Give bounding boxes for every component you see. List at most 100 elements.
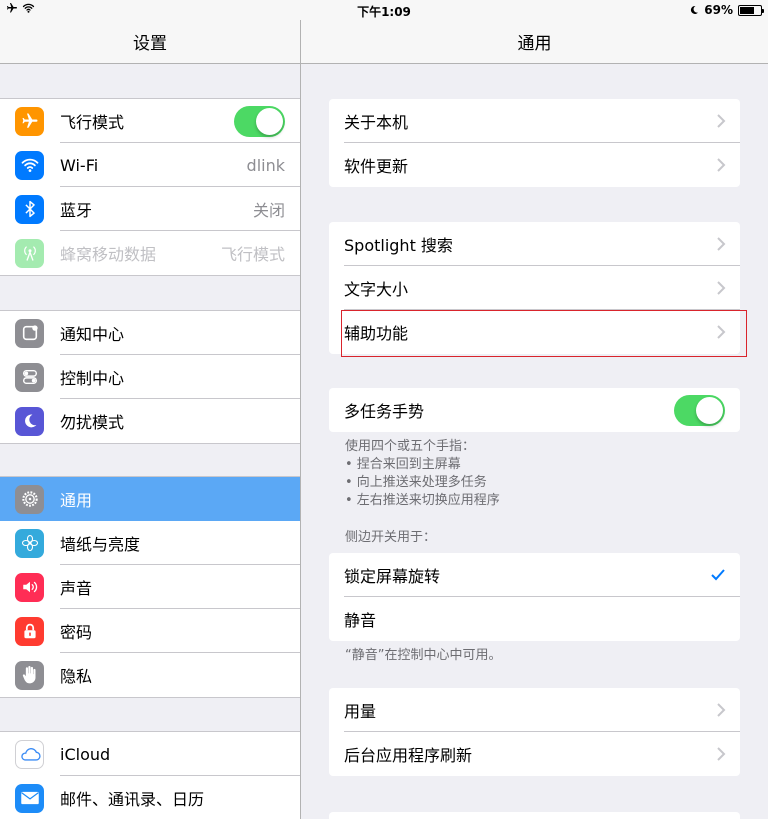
general-detail-pane: 通用 关于本机 软件更新 Spotlight 搜索 文字大小 辅助功能 多任务手… <box>301 0 768 819</box>
connectivity-group: 飞行模式 Wi-Fi dlink 蓝牙 关闭 蜂窝移动数据 飞行模式 <box>0 98 300 276</box>
bluetooth-icon <box>15 194 44 224</box>
airplane-icon <box>15 106 44 136</box>
chevron-right-icon <box>717 747 726 761</box>
bluetooth-status-value: 关闭 <box>252 201 285 220</box>
sidebar-item-label: Wi-Fi <box>60 155 99 175</box>
chevron-right-icon <box>717 325 726 339</box>
sidebar-item-do-not-disturb[interactable]: 勿扰模式 <box>0 399 300 443</box>
moon-status-icon <box>691 5 699 14</box>
chevron-right-icon <box>717 703 726 717</box>
flower-icon <box>15 528 44 558</box>
control-center-icon <box>15 362 44 392</box>
sidebar-item-label: 通用 <box>60 491 93 510</box>
wifi-icon <box>15 150 44 180</box>
lock-rotation-label: 锁定屏幕旋转 <box>344 567 441 586</box>
mail-icon <box>15 783 44 813</box>
spotlight-label: Spotlight 搜索 <box>344 236 453 255</box>
sidebar-item-wallpaper[interactable]: 墙纸与亮度 <box>0 521 300 565</box>
next-card-peek <box>329 812 740 819</box>
sidebar-item-general[interactable]: 通用 <box>0 477 300 521</box>
sidebar-item-label: 控制中心 <box>60 369 125 388</box>
sidebar-item-wifi[interactable]: Wi-Fi dlink <box>0 143 300 187</box>
sidebar-item-label: 通知中心 <box>60 325 125 344</box>
text-size-label: 文字大小 <box>344 280 409 299</box>
sidebar-item-bluetooth[interactable]: 蓝牙 关闭 <box>0 187 300 231</box>
background-refresh-row[interactable]: 后台应用程序刷新 <box>329 732 740 776</box>
about-row[interactable]: 关于本机 <box>329 99 740 143</box>
usage-card: 用量 后台应用程序刷新 <box>329 688 740 776</box>
sidebar-item-label: 声音 <box>60 579 93 598</box>
sidebar-item-label: 勿扰模式 <box>60 413 125 432</box>
search-text-card: Spotlight 搜索 文字大小 辅助功能 <box>329 222 740 354</box>
sidebar-item-label: 邮件、通讯录、日历 <box>60 790 205 809</box>
usage-row[interactable]: 用量 <box>329 688 740 732</box>
status-time: 下午1:09 <box>357 5 411 19</box>
sidebar-item-cellular[interactable]: 蜂窝移动数据 飞行模式 <box>0 231 300 275</box>
note-line: • 左右推送来切换应用程序 <box>345 493 500 508</box>
side-switch-header: 侧边开关用于： <box>345 530 437 545</box>
multitasking-note: 使用四个或五个手指： • 捏合来回到主屏幕 • 向上推送来处理多任务 • 左右推… <box>345 438 500 510</box>
hand-icon <box>15 660 44 690</box>
mute-note: “静音”在控制中心中可用。 <box>345 648 502 663</box>
accounts-group: iCloud 邮件、通讯录、日历 <box>0 731 300 819</box>
sidebar-item-label: iCloud <box>60 744 111 764</box>
speaker-icon <box>15 572 44 602</box>
status-bar: 下午1:09 69% <box>0 0 768 20</box>
spotlight-row[interactable]: Spotlight 搜索 <box>329 222 740 266</box>
settings-sidebar: 设置 飞行模式 Wi-Fi dlink 蓝牙 关闭 蜂窝移动数据 飞行模式 通知… <box>0 0 300 819</box>
battery-percent: 69% <box>704 3 733 17</box>
software-update-row[interactable]: 软件更新 <box>329 143 740 187</box>
cellular-icon <box>15 238 44 268</box>
sidebar-item-airplane-mode[interactable]: 飞行模式 <box>0 99 300 143</box>
multitasking-toggle[interactable] <box>674 394 725 426</box>
detail-title: 通用 <box>301 20 768 64</box>
notifications-group: 通知中心 控制中心 勿扰模式 <box>0 310 300 444</box>
cellular-status-value: 飞行模式 <box>220 245 285 264</box>
background-refresh-label: 后台应用程序刷新 <box>344 746 473 765</box>
chevron-right-icon <box>717 158 726 172</box>
sidebar-item-sounds[interactable]: 声音 <box>0 565 300 609</box>
moon-icon <box>15 406 44 436</box>
multitasking-card: 多任务手势 <box>329 388 740 432</box>
sidebar-item-control-center[interactable]: 控制中心 <box>0 355 300 399</box>
general-group: 通用 墙纸与亮度 声音 密码 隐私 <box>0 476 300 698</box>
mute-label: 静音 <box>344 611 377 630</box>
about-label: 关于本机 <box>344 113 409 132</box>
multitasking-row: 多任务手势 <box>329 388 740 432</box>
sidebar-item-mail-contacts-calendars[interactable]: 邮件、通讯录、日历 <box>0 776 300 819</box>
sidebar-item-privacy[interactable]: 隐私 <box>0 653 300 697</box>
accessibility-label: 辅助功能 <box>344 324 409 343</box>
sidebar-item-label: 飞行模式 <box>60 113 125 132</box>
note-line: • 捏合来回到主屏幕 <box>345 457 461 472</box>
cloud-icon <box>15 739 44 769</box>
lock-rotation-row[interactable]: 锁定屏幕旋转 <box>329 553 740 597</box>
sidebar-item-label: 密码 <box>60 623 93 642</box>
sidebar-item-label: 蜂窝移动数据 <box>60 245 157 264</box>
airplane-mode-toggle[interactable] <box>234 105 285 137</box>
chevron-right-icon <box>717 237 726 251</box>
wifi-network-value: dlink <box>246 155 285 175</box>
accessibility-row[interactable]: 辅助功能 <box>329 310 740 354</box>
notification-icon <box>15 318 44 348</box>
sidebar-item-icloud[interactable]: iCloud <box>0 732 300 776</box>
side-switch-card: 锁定屏幕旋转 静音 <box>329 553 740 641</box>
sidebar-title: 设置 <box>0 20 300 64</box>
multitasking-label: 多任务手势 <box>344 402 425 421</box>
sidebar-item-label: 墙纸与亮度 <box>60 535 141 554</box>
chevron-right-icon <box>717 114 726 128</box>
lock-icon <box>15 616 44 646</box>
chevron-right-icon <box>717 281 726 295</box>
sidebar-item-label: 隐私 <box>60 667 93 686</box>
battery-icon <box>738 4 764 16</box>
sidebar-item-notification-center[interactable]: 通知中心 <box>0 311 300 355</box>
note-line: • 向上推送来处理多任务 <box>345 475 487 490</box>
usage-label: 用量 <box>344 702 377 721</box>
mute-row[interactable]: 静音 <box>329 597 740 641</box>
note-line: 使用四个或五个手指： <box>345 439 476 454</box>
about-card: 关于本机 软件更新 <box>329 99 740 187</box>
sidebar-item-label: 蓝牙 <box>60 201 93 220</box>
sidebar-item-passcode[interactable]: 密码 <box>0 609 300 653</box>
text-size-row[interactable]: 文字大小 <box>329 266 740 310</box>
gear-icon <box>15 484 44 514</box>
software-update-label: 软件更新 <box>344 157 409 176</box>
